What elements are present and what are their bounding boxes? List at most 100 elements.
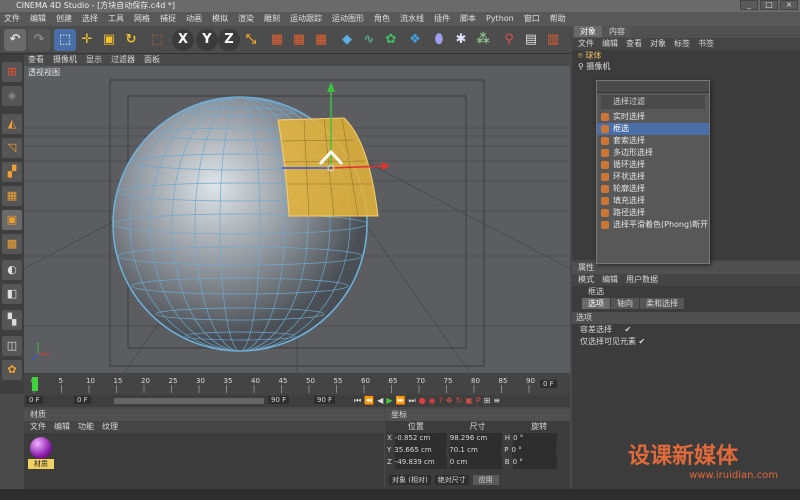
attrmenu-item-2[interactable]: 用户数据	[626, 274, 658, 286]
matmenu-item-3[interactable]: 纹理	[102, 421, 118, 433]
menu-item-19[interactable]: 帮助	[550, 12, 566, 26]
light-icon[interactable]: ▤	[520, 29, 542, 51]
rotation-field[interactable]: 0 °	[513, 433, 558, 445]
scale-tool-icon[interactable]: ▣	[98, 29, 120, 51]
menu-item-2[interactable]: 创建	[56, 12, 72, 26]
viewport-menu-item-2[interactable]: 显示	[86, 54, 102, 66]
objmenu-item-1[interactable]: 编辑	[602, 38, 618, 50]
render-settings-icon[interactable]: ▦	[310, 29, 332, 51]
next-key-icon[interactable]: ⏩	[395, 396, 405, 406]
rotation-key-icon[interactable]: ↻	[456, 396, 463, 406]
size-field[interactable]: 98.296 cm	[449, 433, 502, 445]
recent-tool-icon[interactable]: ⬚	[146, 29, 168, 51]
popup-item-8[interactable]: 路径选择	[597, 207, 709, 219]
end-frame-field[interactable]: 90 F	[268, 396, 290, 404]
matmenu-item-1[interactable]: 编辑	[54, 421, 70, 433]
menu-item-17[interactable]: Python	[486, 12, 514, 26]
y-axis-button[interactable]: Y	[196, 29, 218, 51]
object-tab-0[interactable]: 对象	[574, 26, 602, 37]
undo-icon[interactable]: ↶	[4, 29, 26, 51]
menu-item-6[interactable]: 捕捉	[160, 12, 176, 26]
maximize-button[interactable]: □	[760, 0, 778, 10]
size-field[interactable]: 0 cm	[449, 457, 502, 469]
timeline-menu-icon[interactable]: ≡	[493, 396, 500, 406]
camera-icon[interactable]: ⚲	[498, 29, 520, 51]
x-axis-button[interactable]: X	[172, 29, 194, 51]
close-button[interactable]: ×	[780, 0, 798, 10]
matmenu-item-0[interactable]: 文件	[30, 421, 46, 433]
menu-item-9[interactable]: 渲染	[238, 12, 254, 26]
perspective-viewport[interactable]: 透视视图	[24, 66, 570, 373]
render-view-icon[interactable]: ▦	[266, 29, 288, 51]
popup-item-1[interactable]: 框选	[597, 123, 709, 135]
objmenu-item-0[interactable]: 文件	[578, 38, 594, 50]
goto-start-icon[interactable]: ⏮	[354, 396, 361, 406]
make-editable-icon[interactable]: ⊞	[2, 62, 22, 82]
z-axis-button[interactable]: Z	[218, 29, 240, 51]
current-frame-field[interactable]: 0 F	[540, 380, 557, 388]
tolerance-select-row[interactable]: 容差选择 ✔	[580, 324, 800, 336]
min-frame-field[interactable]: 0 F	[74, 396, 91, 404]
start-frame-field[interactable]: 0 F	[26, 396, 43, 404]
size-field[interactable]: 70.1 cm	[449, 445, 502, 457]
object-row-sphere[interactable]: ⌾ 球体	[578, 50, 800, 61]
position-key-icon[interactable]: ✥	[446, 396, 453, 406]
menu-item-0[interactable]: 文件	[4, 12, 20, 26]
apply-button[interactable]: 应用	[472, 475, 499, 485]
nurbs-icon[interactable]: ✿	[380, 29, 402, 51]
position-field[interactable]: -0.852 cm	[394, 433, 447, 445]
rotation-field[interactable]: 0 °	[512, 457, 557, 469]
deformer-icon[interactable]: ⬮	[428, 29, 450, 51]
menu-item-15[interactable]: 插件	[434, 12, 450, 26]
solo-icon[interactable]: ◐	[2, 260, 22, 280]
playhead[interactable]	[32, 377, 38, 391]
keyframe-selection-icon[interactable]: ?	[439, 396, 443, 406]
polygons-mode-icon[interactable]: ▣	[2, 210, 22, 230]
material-item[interactable]: 材质	[28, 437, 54, 471]
goto-end-icon[interactable]: ⏭	[408, 396, 415, 406]
popup-item-2[interactable]: 套索选择	[597, 135, 709, 147]
matmenu-item-2[interactable]: 功能	[78, 421, 94, 433]
menu-item-4[interactable]: 工具	[108, 12, 124, 26]
environment-icon[interactable]: ⁂	[472, 29, 494, 51]
checker-icon[interactable]: ▚	[2, 310, 22, 330]
redo-icon[interactable]: ↷	[28, 29, 50, 51]
viewport-scene[interactable]	[24, 66, 570, 373]
scene-icon[interactable]: ✱	[450, 29, 472, 51]
menu-item-7[interactable]: 动画	[186, 12, 202, 26]
viewport-menu-item-4[interactable]: 面板	[144, 54, 160, 66]
objmenu-item-2[interactable]: 查看	[626, 38, 642, 50]
timeline-ruler[interactable]: 051015202530354045505560657075808590 0 F	[24, 373, 570, 395]
tolerance-checkbox[interactable]: ✔	[625, 325, 632, 334]
menu-item-14[interactable]: 流水线	[400, 12, 424, 26]
position-field[interactable]: 35.665 cm	[394, 445, 447, 457]
popup-header[interactable]: 选择过滤	[601, 95, 705, 109]
menu-item-13[interactable]: 角色	[374, 12, 390, 26]
popup-item-4[interactable]: 循环选择	[597, 159, 709, 171]
popup-item-0[interactable]: 实时选择	[597, 111, 709, 123]
objmenu-item-4[interactable]: 标签	[674, 38, 690, 50]
texture-mode-icon[interactable]: ◭	[2, 114, 22, 134]
attrmenu-item-1[interactable]: 编辑	[602, 274, 618, 286]
menu-item-1[interactable]: 编辑	[30, 12, 46, 26]
visible-only-checkbox[interactable]: ✔	[639, 337, 646, 346]
coordinate-system-icon[interactable]: ⤡	[240, 29, 262, 51]
popup-item-5[interactable]: 环状选择	[597, 171, 709, 183]
snap-icon[interactable]: ◧	[2, 284, 22, 304]
viewport-menu-item-1[interactable]: 摄像机	[53, 54, 77, 66]
layout-icon[interactable]: ▥	[542, 29, 564, 51]
edges-mode-icon[interactable]: ▦	[2, 186, 22, 206]
popup-item-6[interactable]: 轮廓选择	[597, 183, 709, 195]
array-icon[interactable]: ❖	[404, 29, 426, 51]
cube-icon[interactable]: ◆	[336, 29, 358, 51]
timeline-grid-icon[interactable]: ⊞	[484, 396, 491, 406]
menu-item-5[interactable]: 网格	[134, 12, 150, 26]
param-key-icon[interactable]: P	[476, 396, 481, 406]
menu-item-18[interactable]: 窗口	[524, 12, 540, 26]
scale-key-icon[interactable]: ▣	[465, 396, 473, 406]
sphere-object[interactable]	[112, 96, 379, 352]
menu-item-16[interactable]: 脚本	[460, 12, 476, 26]
attribute-tab-0[interactable]: 选项	[582, 298, 610, 309]
object-tab-1[interactable]: 内容	[603, 26, 631, 37]
points-mode-icon[interactable]: ▞	[2, 162, 22, 182]
